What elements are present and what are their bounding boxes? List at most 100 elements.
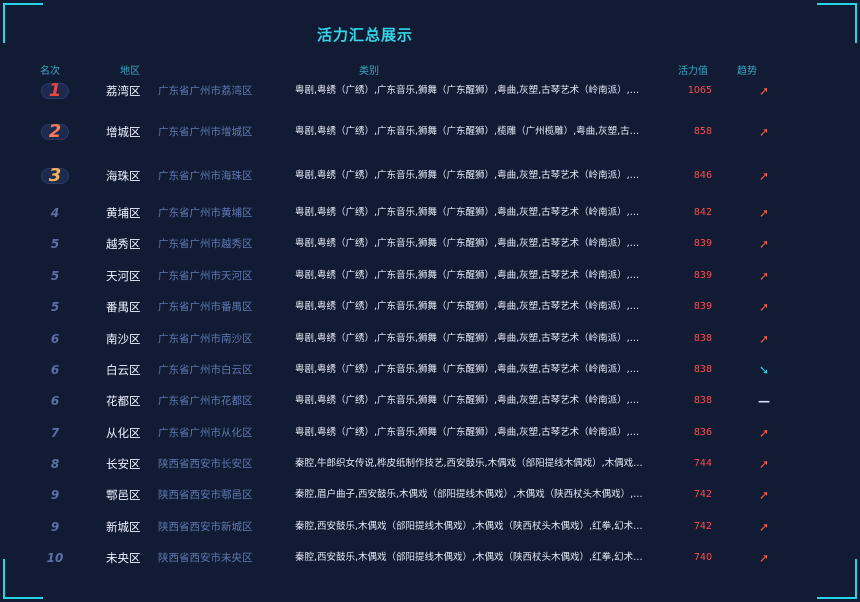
district-name: 番禺区 <box>106 300 141 314</box>
rank-number: 6 <box>50 363 60 377</box>
rank-number: 9 <box>50 488 60 502</box>
table-row[interactable]: 5 天河区 广东省广州市天河区 粤剧,粤绣（广绣）,广东音乐,狮舞（广东醒狮）,粤曲,… <box>0 266 860 286</box>
district-full-name: 广东省广州市白云区 <box>158 364 253 376</box>
district-full-name: 广东省广州市从化区 <box>158 427 253 439</box>
vitality-value: 740 <box>693 552 712 563</box>
district-full-name: 广东省广州市南沙区 <box>158 333 253 345</box>
category-list: 粤剧,粤绣（广绣）,广东音乐,狮舞（广东醒狮）,粤曲,灰塑,古琴艺术（岭南派）,… <box>295 301 643 312</box>
trend-up-icon: ➚ <box>758 488 770 502</box>
table-row[interactable]: 9 鄠邑区 陕西省西安市鄠邑区 秦腔,眉户曲子,西安鼓乐,木偶戏（郃阳提线木偶戏）,木… <box>0 485 860 505</box>
vitality-value: 836 <box>693 427 712 438</box>
vitality-value: 742 <box>693 489 712 500</box>
table-header: 名次 地区 类别 活力值 趋势 <box>0 62 860 77</box>
corner-decoration <box>817 3 857 43</box>
district-full-name: 广东省广州市荔湾区 <box>158 85 253 97</box>
category-list: 秦腔,牛郎织女传说,桦皮纸制作技艺,西安鼓乐,木偶戏（郃阳提线木偶戏）,木偶戏（… <box>295 458 643 469</box>
rank-number: 4 <box>50 206 60 220</box>
vitality-value: 858 <box>693 126 712 137</box>
trend-up-icon: ➚ <box>758 332 770 346</box>
district-name: 南沙区 <box>106 332 141 346</box>
table-row[interactable]: 5 越秀区 广东省广州市越秀区 粤剧,粤绣（广绣）,广东音乐,狮舞（广东醒狮）,粤曲,… <box>0 234 860 254</box>
trend-up-icon: ➚ <box>758 125 770 139</box>
district-full-name: 陕西省西安市鄠邑区 <box>158 489 253 501</box>
category-list: 粤剧,粤绣（广绣）,广东音乐,狮舞（广东醒狮）,粤曲,灰塑,古琴艺术（岭南派）,… <box>295 364 643 375</box>
category-list: 粤剧,粤绣（广绣）,广东音乐,狮舞（广东醒狮）,榄雕（广州榄雕）,粤曲,灰塑,古… <box>295 126 643 137</box>
district-name: 未央区 <box>106 551 141 565</box>
district-name: 荔湾区 <box>106 84 141 98</box>
district-full-name: 陕西省西安市未央区 <box>158 552 253 564</box>
trend-up-icon: ➚ <box>758 551 770 565</box>
table-row[interactable]: 9 新城区 陕西省西安市新城区 秦腔,西安鼓乐,木偶戏（郃阳提线木偶戏）,木偶戏（陕西… <box>0 517 860 537</box>
rank-number: 7 <box>50 426 60 440</box>
category-list: 粤剧,粤绣（广绣）,广东音乐,狮舞（广东醒狮）,粤曲,灰塑,古琴艺术（岭南派）,… <box>295 333 643 344</box>
district-name: 海珠区 <box>106 169 141 183</box>
trend-up-icon: ➚ <box>758 169 770 183</box>
category-list: 粤剧,粤绣（广绣）,广东音乐,狮舞（广东醒狮）,粤曲,灰塑,古琴艺术（岭南派）,… <box>295 85 643 96</box>
vitality-value: 742 <box>693 521 712 532</box>
district-full-name: 广东省广州市花都区 <box>158 395 253 407</box>
district-full-name: 广东省广州市天河区 <box>158 270 253 282</box>
district-name: 鄠邑区 <box>106 488 141 502</box>
district-name: 越秀区 <box>106 237 141 251</box>
trend-up-icon: ➚ <box>758 237 770 251</box>
category-list: 秦腔,西安鼓乐,木偶戏（郃阳提线木偶戏）,木偶戏（陕西杖头木偶戏）,红拳,幻术（… <box>295 552 643 563</box>
category-list: 粤剧,粤绣（广绣）,广东音乐,狮舞（广东醒狮）,粤曲,灰塑,古琴艺术（岭南派）,… <box>295 238 643 249</box>
trend-up-icon: ➚ <box>758 84 770 98</box>
district-name: 新城区 <box>106 520 141 534</box>
vitality-value: 838 <box>693 333 712 344</box>
vitality-value: 838 <box>693 364 712 375</box>
trend-up-icon: ➚ <box>758 457 770 471</box>
district-name: 黄埔区 <box>106 206 141 220</box>
column-header-trend: 趋势 <box>737 66 757 77</box>
table-row[interactable]: 6 花都区 广东省广州市花都区 粤剧,粤绣（广绣）,广东音乐,狮舞（广东醒狮）,粤曲,… <box>0 391 860 411</box>
district-full-name: 广东省广州市黄埔区 <box>158 207 253 219</box>
trend-up-icon: ➚ <box>758 300 770 314</box>
district-name: 增城区 <box>106 125 141 139</box>
table-row[interactable]: 6 白云区 广东省广州市白云区 粤剧,粤绣（广绣）,广东音乐,狮舞（广东醒狮）,粤曲,… <box>0 360 860 380</box>
rank-number: 6 <box>50 394 60 408</box>
district-full-name: 广东省广州市海珠区 <box>158 170 253 182</box>
vitality-value: 842 <box>693 207 712 218</box>
rank-number: 10 <box>46 551 64 565</box>
column-header-category: 类别 <box>359 66 379 77</box>
district-full-name: 陕西省西安市新城区 <box>158 521 253 533</box>
table-row[interactable]: 10 未央区 陕西省西安市未央区 秦腔,西安鼓乐,木偶戏（郃阳提线木偶戏）,木偶戏（陕… <box>0 548 860 568</box>
column-header-rank: 名次 <box>40 66 60 77</box>
trend-up-icon: ➚ <box>758 269 770 283</box>
trend-flat-icon: — <box>758 394 770 408</box>
trend-up-icon: ➚ <box>758 426 770 440</box>
column-header-value: 活力值 <box>678 66 708 77</box>
vitality-value: 839 <box>693 301 712 312</box>
category-list: 粤剧,粤绣（广绣）,广东音乐,狮舞（广东醒狮）,粤曲,灰塑,古琴艺术（岭南派）,… <box>295 270 643 281</box>
vitality-summary-panel: 活力汇总展示 名次 地区 类别 活力值 趋势 1 荔湾区 广东省广州市荔湾区 粤剧,粤… <box>0 0 860 602</box>
vitality-value: 846 <box>693 170 712 181</box>
column-header-area: 地区 <box>120 66 140 77</box>
vitality-value: 1065 <box>687 85 712 96</box>
rank-number: 5 <box>50 237 60 251</box>
table-row[interactable]: 3 海珠区 广东省广州市海珠区 粤剧,粤绣（广绣）,广东音乐,狮舞（广东醒狮）,粤曲,… <box>0 166 860 186</box>
table-row[interactable]: 8 长安区 陕西省西安市长安区 秦腔,牛郎织女传说,桦皮纸制作技艺,西安鼓乐,木偶戏（… <box>0 454 860 474</box>
district-full-name: 广东省广州市越秀区 <box>158 238 253 250</box>
rank-number: 3 <box>48 165 62 186</box>
vitality-value: 839 <box>693 270 712 281</box>
rank-number: 6 <box>50 332 60 346</box>
vitality-value: 744 <box>693 458 712 469</box>
table-row[interactable]: 5 番禺区 广东省广州市番禺区 粤剧,粤绣（广绣）,广东音乐,狮舞（广东醒狮）,粤曲,… <box>0 297 860 317</box>
category-list: 粤剧,粤绣（广绣）,广东音乐,狮舞（广东醒狮）,粤曲,灰塑,古琴艺术（岭南派）,… <box>295 170 643 181</box>
category-list: 粤剧,粤绣（广绣）,广东音乐,狮舞（广东醒狮）,粤曲,灰塑,古琴艺术（岭南派）,… <box>295 427 643 438</box>
district-full-name: 广东省广州市增城区 <box>158 126 253 138</box>
table-row[interactable]: 6 南沙区 广东省广州市南沙区 粤剧,粤绣（广绣）,广东音乐,狮舞（广东醒狮）,粤曲,… <box>0 329 860 349</box>
rank-number: 9 <box>50 520 60 534</box>
rank-number: 1 <box>48 80 62 101</box>
table-row[interactable]: 4 黄埔区 广东省广州市黄埔区 粤剧,粤绣（广绣）,广东音乐,狮舞（广东醒狮）,粤曲,… <box>0 203 860 223</box>
table-row[interactable]: 2 增城区 广东省广州市增城区 粤剧,粤绣（广绣）,广东音乐,狮舞（广东醒狮）,榄雕（… <box>0 122 860 142</box>
rank-number: 2 <box>48 121 62 142</box>
district-name: 长安区 <box>106 457 141 471</box>
district-name: 从化区 <box>106 426 141 440</box>
district-name: 白云区 <box>106 363 141 377</box>
table-row[interactable]: 7 从化区 广东省广州市从化区 粤剧,粤绣（广绣）,广东音乐,狮舞（广东醒狮）,粤曲,… <box>0 423 860 443</box>
district-full-name: 广东省广州市番禺区 <box>158 301 253 313</box>
rank-number: 5 <box>50 269 60 283</box>
trend-down-icon: ➘ <box>758 363 770 377</box>
table-row[interactable]: 1 荔湾区 广东省广州市荔湾区 粤剧,粤绣（广绣）,广东音乐,狮舞（广东醒狮）,粤曲,… <box>0 81 860 101</box>
